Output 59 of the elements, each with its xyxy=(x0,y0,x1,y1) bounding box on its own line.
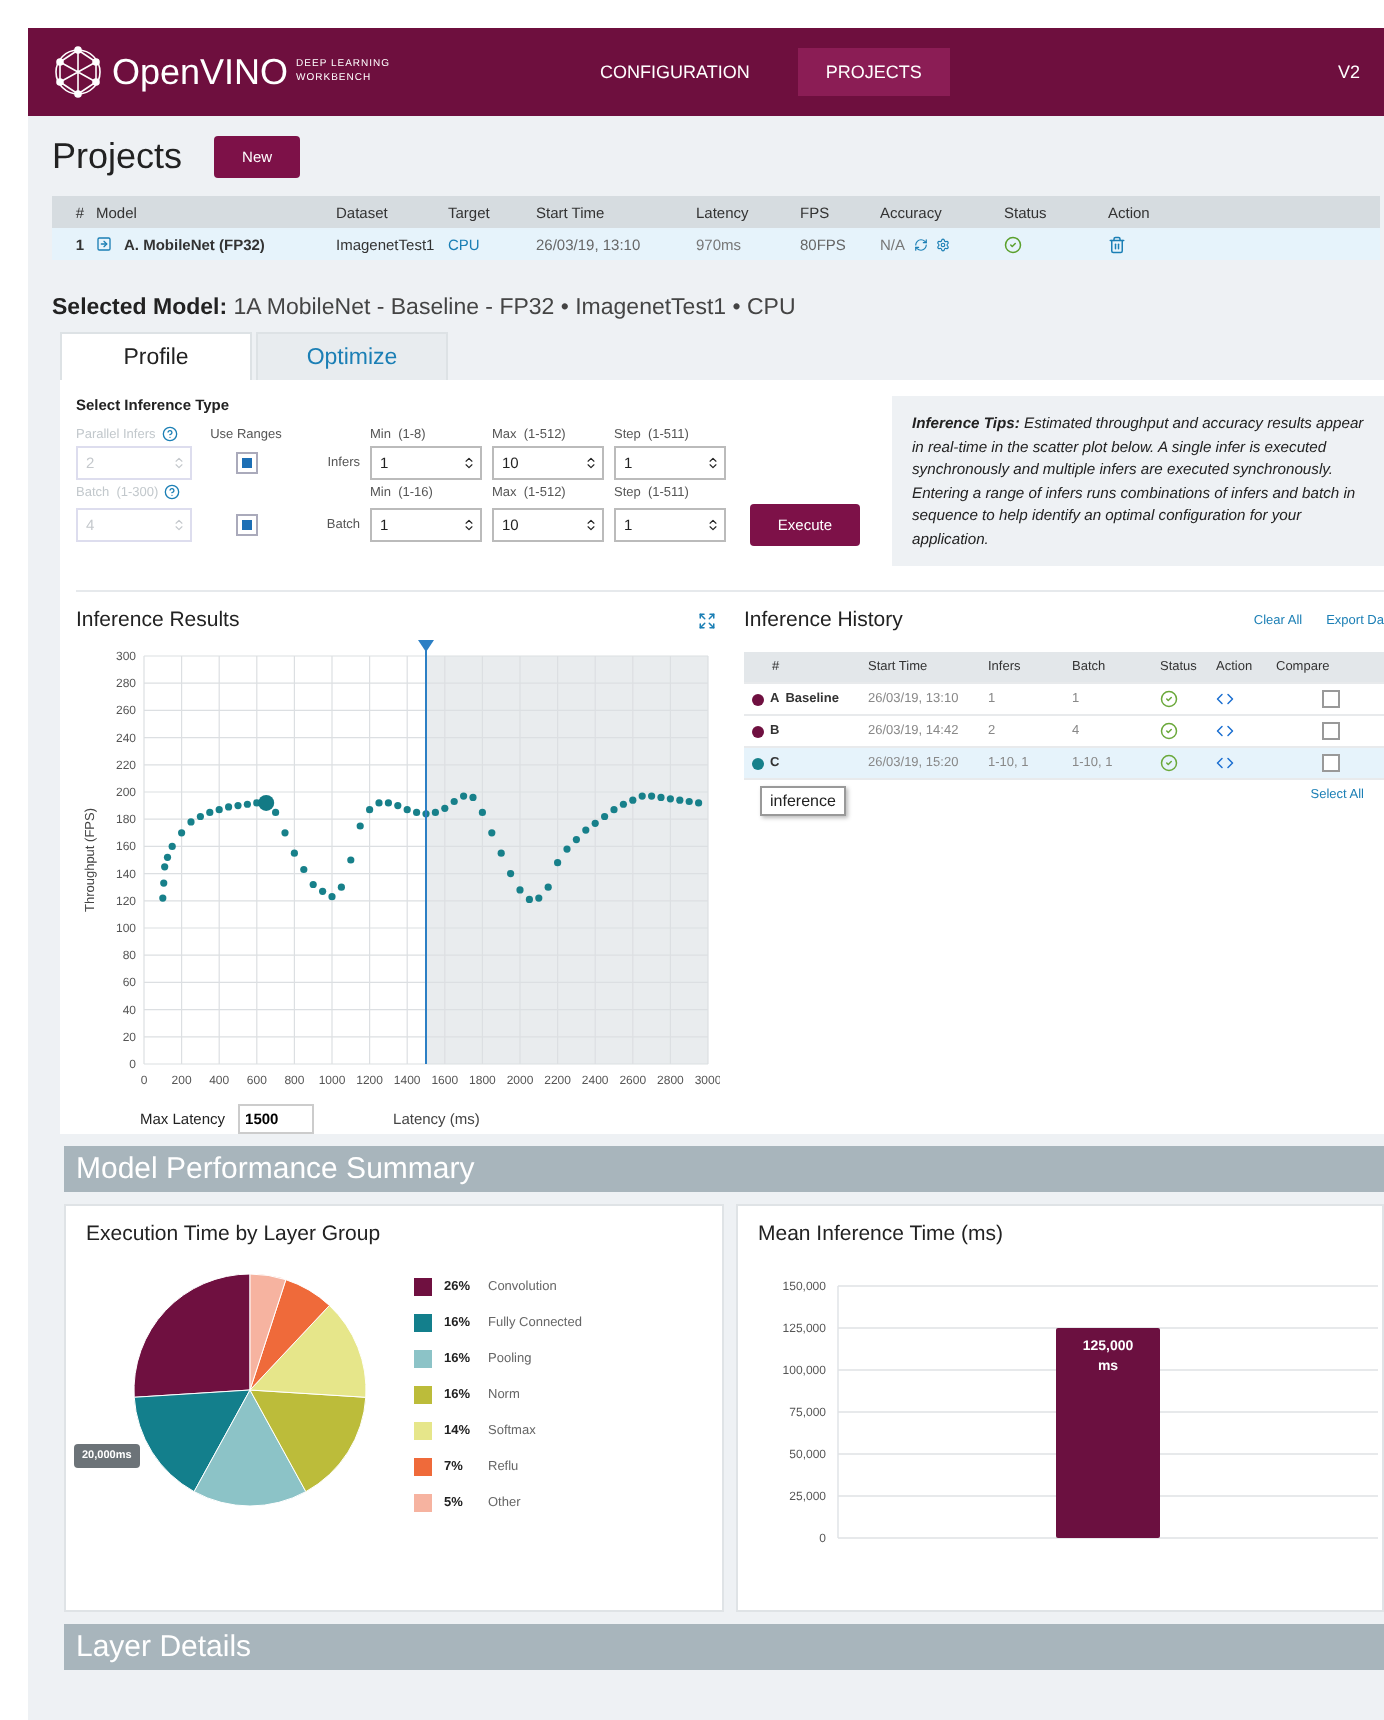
data-point xyxy=(347,856,355,864)
chart-title: Execution Time by Layer Group xyxy=(86,1222,383,1246)
logo-text: OpenVINO xyxy=(112,51,289,93)
selected-point[interactable] xyxy=(258,794,275,811)
code-icon xyxy=(1216,754,1234,772)
data-point xyxy=(478,808,486,816)
data-point xyxy=(554,859,562,867)
selected-model-text: Selected Model: 1A MobileNet - Baseline - FP32 • ImagenetTest1 • CPU xyxy=(52,294,798,324)
data-point xyxy=(356,822,364,830)
help-icon xyxy=(164,484,181,500)
spin-arrows-icon xyxy=(172,518,186,532)
data-point xyxy=(544,883,552,891)
data-point xyxy=(178,829,186,837)
check-circle-icon xyxy=(1160,722,1178,740)
nav-tab[interactable]: CONFIGURATION xyxy=(572,48,778,96)
data-point xyxy=(497,849,505,857)
section-header: Layer Details xyxy=(64,1624,1384,1670)
check-circle-icon xyxy=(1004,235,1022,253)
data-point xyxy=(507,870,515,878)
chart-title: Inference Results xyxy=(76,608,240,632)
spin-arrows-icon xyxy=(172,456,186,470)
section-header: Model Performance Summary xyxy=(64,1146,1384,1192)
network-logo-icon xyxy=(52,46,104,98)
data-point xyxy=(168,842,176,850)
version-label: V2 xyxy=(1337,62,1360,82)
compare-checkbox[interactable] xyxy=(1321,722,1339,740)
expand-icon xyxy=(698,611,716,629)
data-point xyxy=(281,829,289,837)
tab[interactable]: Profile xyxy=(60,332,252,380)
data-point xyxy=(488,829,496,837)
section-title: Inference History xyxy=(744,608,903,632)
data-point xyxy=(159,894,167,902)
tab[interactable]: Optimize xyxy=(256,332,448,380)
data-point xyxy=(290,849,298,857)
spin-arrows-icon xyxy=(706,518,720,532)
chart-title: Mean Inference Time (ms) xyxy=(758,1222,1006,1246)
compare-checkbox[interactable] xyxy=(1321,690,1339,708)
spin-arrows-icon xyxy=(584,518,598,532)
spin-arrows-icon xyxy=(462,456,476,470)
spin-arrows-icon xyxy=(462,518,476,532)
trash-icon xyxy=(1108,235,1126,253)
nav-tab[interactable]: PROJECTS xyxy=(797,48,950,96)
help-icon xyxy=(161,426,178,442)
page-title: Projects xyxy=(52,135,183,177)
spin-arrows-icon xyxy=(584,456,598,470)
compare-checkbox[interactable] xyxy=(1321,754,1339,772)
spin-arrows-icon xyxy=(706,456,720,470)
data-point xyxy=(272,808,280,816)
data-point xyxy=(300,865,308,874)
data-point xyxy=(160,879,168,887)
open-model-icon xyxy=(96,236,112,252)
code-icon xyxy=(1216,722,1234,740)
tooltip: inference xyxy=(760,786,846,816)
refresh-icon xyxy=(913,237,928,251)
settings-icon xyxy=(935,237,950,251)
check-circle-icon xyxy=(1160,690,1178,708)
check-circle-icon xyxy=(1160,754,1178,772)
max-latency-marker[interactable] xyxy=(418,640,434,1065)
code-icon xyxy=(1216,690,1234,708)
